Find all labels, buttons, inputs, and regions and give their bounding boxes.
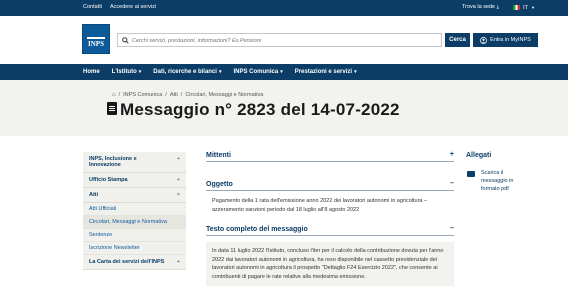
title-area: ⌂ / INPS Comunica / Atti / Circolari, Me… (0, 80, 568, 136)
breadcrumb-item[interactable]: INPS Comunica (123, 92, 162, 98)
search-button[interactable]: Cerca (445, 33, 470, 47)
sidebar-subitem-sentenze[interactable]: Sentenze (83, 229, 186, 242)
collapse-icon[interactable]: – (450, 225, 454, 232)
sidebar-subitem-newsletter[interactable]: Iscrizione Newsletter (83, 242, 186, 255)
nav-item-home[interactable]: Home (83, 69, 100, 75)
section-oggetto-body: Pagamento della 1 rata dell'emissione an… (206, 191, 454, 214)
section-testo-header[interactable]: Testo completo del messaggio – (206, 225, 454, 236)
accedere-servizi-link[interactable]: Accedere ai servizi (110, 4, 156, 10)
language-selector[interactable]: IT ▼ (513, 5, 535, 11)
nav-item-prestazioni[interactable]: Prestazioni e servizi ▾ (295, 69, 357, 75)
collapse-icon[interactable]: – (450, 180, 454, 187)
attachments-title: Allegati (466, 152, 492, 159)
search-bar (117, 33, 442, 47)
sidebar-item-label: INPS, Inclusione e Innovazione (89, 156, 137, 168)
section-mittenti-header[interactable]: Mittenti + (206, 151, 454, 162)
nav-item-dati[interactable]: Dati, ricerche e bilanci ▾ (153, 69, 221, 75)
testo-text: In data 11 luglio 2022 l'Istituto, concl… (212, 248, 444, 280)
language-label: IT (523, 4, 528, 11)
sidebar-item-label: Atti (89, 192, 99, 198)
page-title: Messaggio n° 2823 del 14-07-2022 (120, 100, 400, 119)
attachment-link[interactable]: Scarica il messaggio in formato pdf (466, 169, 546, 193)
search-input[interactable] (132, 35, 432, 46)
nav-item-label: Dati, ricerche e bilanci (153, 69, 217, 75)
italy-flag-icon (513, 5, 521, 10)
attachment-label: Scarica il messaggio in formato pdf (481, 170, 514, 192)
attachments-panel: Allegati Scarica il messaggio in formato… (466, 152, 546, 193)
trova-sede-link[interactable]: Trova la sede ⤓ (462, 4, 499, 11)
nav-item-label: Prestazioni e servizi (294, 69, 353, 75)
site-header: INPS Cerca Entra in MyINPS (0, 16, 568, 64)
breadcrumb-item[interactable]: Atti (170, 92, 178, 98)
document-icon (107, 102, 117, 115)
nav-item-inps-comunica[interactable]: INPS Comunica ▾ (234, 69, 283, 75)
sidebar-item-carta-servizi[interactable]: La Carta dei servizi dell'INPS + (83, 255, 186, 270)
breadcrumb-item[interactable]: Circolari, Messaggi e Normativa (185, 92, 263, 98)
inps-logo[interactable]: INPS (82, 24, 110, 54)
sidebar-item-atti[interactable]: Atti × (83, 188, 186, 203)
section-testo-body: In data 11 luglio 2022 l'Istituto, concl… (206, 242, 454, 286)
expand-icon[interactable]: + (177, 259, 180, 265)
user-icon (480, 36, 488, 44)
logo-mark-icon (87, 29, 105, 39)
top-utility-bar: Contatti Accedere ai servizi Trova la se… (0, 0, 568, 16)
sidebar-item-label: La Carta dei servizi dell'INPS (89, 259, 165, 265)
download-pdf-icon (467, 171, 475, 177)
myinps-login-button[interactable]: Entra in MyINPS (473, 33, 538, 47)
oggetto-text: Pagamento della 1 rata dell'emissione an… (212, 198, 428, 213)
collapse-icon[interactable]: × (177, 192, 180, 198)
chevron-down-icon: ▾ (280, 69, 283, 75)
chevron-down-icon: ▾ (218, 69, 222, 75)
breadcrumb-separator: / (118, 92, 121, 98)
nav-item-label: INPS Comunica (233, 69, 279, 75)
chevron-down-icon: ▾ (354, 69, 357, 75)
sidebar: INPS, Inclusione e Innovazione + Ufficio… (83, 152, 186, 270)
expand-icon[interactable]: + (177, 156, 180, 162)
sidebar-item-label: Ufficio Stampa (89, 177, 128, 183)
home-icon[interactable]: ⌂ (112, 92, 116, 98)
nav-item-istituto[interactable]: L'Istituto ▾ (112, 69, 142, 75)
message-content: Mittenti + Oggetto – Pagamento della 1 r… (206, 151, 454, 286)
chevron-down-icon: ▼ (530, 5, 535, 10)
breadcrumb: ⌂ / INPS Comunica / Atti / Circolari, Me… (112, 92, 263, 98)
expand-icon[interactable]: + (450, 151, 454, 158)
main-nav: Home L'Istituto ▾ Dati, ricerche e bilanc… (0, 64, 568, 80)
logo-text: INPS (88, 40, 104, 48)
section-title: Mittenti (206, 152, 231, 159)
trova-sede-label: Trova la sede (462, 4, 496, 10)
search-icon (122, 37, 129, 44)
login-button-label: Entra in MyINPS (490, 37, 531, 43)
contatti-link[interactable]: Contatti (83, 4, 102, 10)
breadcrumb-separator: / (165, 92, 167, 98)
nav-item-label: Home (83, 69, 100, 75)
section-title: Testo completo del messaggio (206, 226, 308, 233)
sidebar-subitem-atti-ufficiali[interactable]: Atti Ufficiali (83, 203, 186, 216)
expand-icon[interactable]: + (177, 177, 180, 183)
download-icon: ⤓ (496, 4, 500, 10)
section-title: Oggetto (206, 181, 233, 188)
chevron-down-icon: ▾ (138, 69, 142, 75)
sidebar-item-ufficio-stampa[interactable]: Ufficio Stampa + (83, 173, 186, 188)
nav-item-label: L'Istituto (111, 69, 137, 75)
breadcrumb-separator: / (180, 92, 183, 98)
sidebar-item-inclusione[interactable]: INPS, Inclusione e Innovazione + (83, 152, 186, 173)
section-oggetto-header[interactable]: Oggetto – (206, 180, 454, 191)
sidebar-subitem-circolari[interactable]: Circolari, Messaggi e Normativa (83, 216, 186, 229)
